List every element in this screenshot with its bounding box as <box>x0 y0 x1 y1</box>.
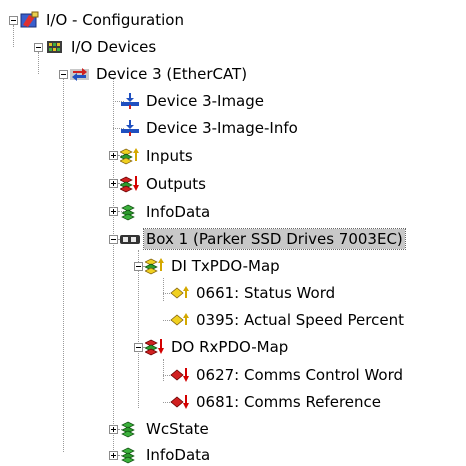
tree-guide-line <box>163 359 164 381</box>
tree-node-device-3-image-info[interactable]: Device 3-Image-Info <box>120 117 300 139</box>
tree-node-infodata-box[interactable]: InfoData <box>120 444 212 466</box>
collapse-toggle[interactable] <box>59 70 68 79</box>
tree-node-status-word[interactable]: 0661: Status Word <box>170 282 337 304</box>
box-icon <box>120 230 140 248</box>
input-variable-icon <box>170 284 190 302</box>
expand-toggle[interactable] <box>109 179 118 188</box>
collapse-toggle[interactable] <box>34 43 43 52</box>
tree-node-label: DO RxPDO-Map <box>171 338 289 356</box>
collapse-toggle[interactable] <box>134 262 143 271</box>
infodata-icon <box>120 446 140 464</box>
tree-node-label: 0395: Actual Speed Percent <box>196 311 404 329</box>
inputs-icon <box>120 147 140 165</box>
input-variable-icon <box>170 311 190 329</box>
output-variable-icon <box>170 393 190 411</box>
tree-node-inputs[interactable]: Inputs <box>120 145 195 167</box>
tree-guide-line <box>63 79 64 452</box>
tree-guide-line <box>163 278 164 301</box>
tree-node-actual-speed-percent[interactable]: 0395: Actual Speed Percent <box>170 309 406 331</box>
expand-toggle[interactable] <box>109 425 118 434</box>
tree-node-label: WcState <box>146 420 209 438</box>
outputs-icon <box>145 338 165 356</box>
inputs-icon <box>145 257 165 275</box>
tree-node-label: Box 1 (Parker SSD Drives 7003EC) <box>143 228 406 250</box>
tree-guide-line <box>13 25 14 47</box>
tree-guide-line <box>38 52 39 74</box>
tree-guide-line <box>138 250 139 408</box>
tree-node-label: Device 3 (EtherCAT) <box>96 65 248 83</box>
tree-node-label: InfoData <box>146 446 211 464</box>
infodata-icon <box>120 420 140 438</box>
io-config-icon <box>20 11 40 29</box>
tree-node-outputs[interactable]: Outputs <box>120 173 208 195</box>
collapse-toggle[interactable] <box>9 16 18 25</box>
tree-node-do-rxpdo-map[interactable]: DO RxPDO-Map <box>145 336 290 358</box>
tree-node-label: InfoData <box>146 203 211 221</box>
tree-node-io-devices[interactable]: I/O Devices <box>45 36 158 58</box>
tree-node-label: DI TxPDO-Map <box>171 257 280 275</box>
tree-node-label: Device 3-Image <box>146 92 265 110</box>
tree-node-box-1[interactable]: Box 1 (Parker SSD Drives 7003EC) <box>120 228 406 250</box>
collapse-toggle[interactable] <box>134 343 143 352</box>
infodata-icon <box>120 203 140 221</box>
expand-toggle[interactable] <box>109 151 118 160</box>
outputs-icon <box>120 175 140 193</box>
ethercat-device-icon <box>70 65 90 83</box>
collapse-toggle[interactable] <box>109 235 118 244</box>
tree-node-label: Outputs <box>146 175 206 193</box>
tree-node-wcstate[interactable]: WcState <box>120 418 211 440</box>
io-devices-icon <box>45 38 65 56</box>
tree-node-label: 0681: Comms Reference <box>196 393 381 411</box>
process-image-icon <box>120 119 140 137</box>
tree-guide-line <box>113 79 114 452</box>
tree-node-io-configuration[interactable]: I/O - Configuration <box>20 9 186 31</box>
tree-node-label: Device 3-Image-Info <box>146 119 298 137</box>
expand-toggle[interactable] <box>109 207 118 216</box>
tree-node-label: I/O - Configuration <box>46 11 184 29</box>
tree-node-label: 0627: Comms Control Word <box>196 366 403 384</box>
tree-node-di-txpdo-map[interactable]: DI TxPDO-Map <box>145 255 282 277</box>
tree-node-device-3-ethercat[interactable]: Device 3 (EtherCAT) <box>70 63 249 85</box>
tree-node-comms-control-word[interactable]: 0627: Comms Control Word <box>170 364 405 386</box>
tree-node-label: Inputs <box>146 147 193 165</box>
process-image-icon <box>120 92 140 110</box>
tree-node-infodata[interactable]: InfoData <box>120 201 212 223</box>
tree-node-device-3-image[interactable]: Device 3-Image <box>120 90 266 112</box>
tree-node-label: I/O Devices <box>71 38 157 56</box>
tree-node-comms-reference[interactable]: 0681: Comms Reference <box>170 391 383 413</box>
tree-node-label: 0661: Status Word <box>196 284 336 302</box>
expand-toggle[interactable] <box>109 451 118 460</box>
output-variable-icon <box>170 366 190 384</box>
io-configuration-tree[interactable]: I/O - Configuration I/O Devices Device 3… <box>0 0 466 466</box>
